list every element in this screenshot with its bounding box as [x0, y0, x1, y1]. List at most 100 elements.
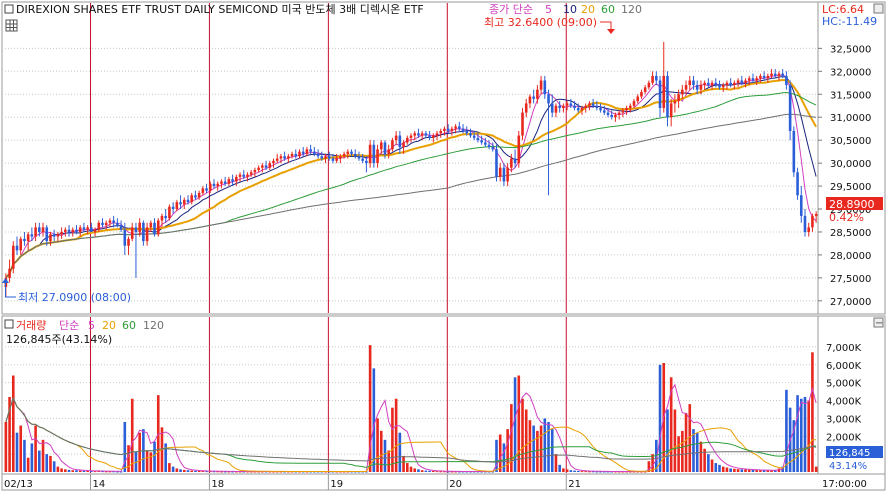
- volume-bar: [38, 450, 41, 472]
- candle-body: [38, 227, 41, 232]
- candle-body: [796, 172, 799, 196]
- candle-body: [78, 227, 82, 232]
- volume-legend-label[interactable]: 거래량: [16, 319, 46, 332]
- candle-body: [803, 215, 807, 232]
- candle-body: [692, 80, 695, 86]
- candle-body: [621, 110, 625, 113]
- candle-body: [93, 229, 97, 232]
- volume-collapse-box[interactable]: [4, 319, 14, 329]
- vol-ma20-label[interactable]: 20: [102, 319, 116, 332]
- candle-body: [506, 167, 509, 182]
- date-tick-label: 20: [449, 479, 462, 490]
- price-tick-label: 30,0000: [830, 159, 871, 170]
- volume-bar: [145, 450, 149, 472]
- volume-bar: [718, 464, 721, 472]
- candle-body: [279, 156, 283, 159]
- vol-ma60-label[interactable]: 60: [122, 319, 136, 332]
- candle-body: [788, 85, 792, 131]
- candle-body: [458, 126, 461, 129]
- candle-body: [168, 206, 171, 219]
- volume-bar: [562, 468, 565, 472]
- candle-body: [703, 82, 706, 86]
- candle-body: [15, 245, 19, 251]
- candle-body: [324, 156, 327, 159]
- candle-body: [792, 130, 796, 173]
- candle-body: [662, 75, 666, 109]
- candle-body: [640, 91, 643, 97]
- candle-body: [729, 82, 732, 86]
- stock-chart[interactable]: 32,5000 32,0000 31,5000 31,0000 30,5000 30,00…: [0, 0, 887, 492]
- candle-body: [532, 96, 535, 99]
- panel-close-icon[interactable]: −: [875, 318, 883, 329]
- volume-bar: [379, 430, 383, 472]
- candle-body: [707, 82, 710, 86]
- candle-body: [543, 80, 547, 95]
- volume-bar: [432, 470, 435, 472]
- volume-bar: [580, 471, 584, 473]
- candle-body: [539, 80, 543, 90]
- candle-body: [632, 101, 636, 106]
- candle-body: [584, 105, 587, 109]
- volume-bar: [4, 421, 8, 472]
- volume-bar: [528, 420, 532, 472]
- candle-body: [67, 229, 71, 232]
- candle-body: [361, 158, 364, 161]
- volume-bar: [197, 470, 201, 472]
- volume-bar: [391, 407, 394, 472]
- volume-bar: [168, 463, 171, 472]
- candle-body: [636, 96, 640, 102]
- candle-body: [576, 108, 580, 111]
- candle-body: [134, 227, 138, 232]
- volume-bar: [744, 469, 747, 472]
- ma20-label[interactable]: 20: [581, 3, 595, 16]
- candle-body: [301, 151, 305, 154]
- candle-body: [439, 130, 443, 134]
- ma10-label[interactable]: 10: [563, 3, 577, 16]
- candle-body: [602, 110, 606, 113]
- volume-bar: [190, 470, 194, 472]
- candle-body: [461, 128, 465, 131]
- candle-body: [56, 234, 60, 237]
- candle-body: [628, 105, 632, 109]
- volume-ma-label[interactable]: 단순: [59, 319, 79, 332]
- last-price: 28.8900: [829, 198, 875, 211]
- candle-body: [666, 75, 669, 118]
- volume-bar: [171, 466, 175, 472]
- volume-bar: [11, 375, 15, 472]
- candle-body: [179, 202, 182, 205]
- volume-bar: [543, 418, 547, 472]
- candle-body: [547, 94, 550, 104]
- volume-bar: [729, 468, 732, 472]
- table-grid-icon[interactable]: [5, 19, 18, 32]
- candle-body: [699, 85, 703, 90]
- candle-body: [599, 108, 602, 111]
- candle-body: [8, 268, 11, 278]
- volume-bar: [751, 469, 755, 472]
- ma60-label[interactable]: 60: [601, 3, 615, 16]
- candle-body: [513, 158, 517, 164]
- ma120-label[interactable]: 120: [621, 3, 642, 16]
- vol-ma120-label[interactable]: 120: [143, 319, 164, 332]
- volume-bar: [127, 445, 130, 472]
- volume-bar: [153, 441, 156, 472]
- price-legend-label[interactable]: 종가 단순: [489, 3, 533, 16]
- volume-bar: [56, 466, 60, 472]
- ma5-label[interactable]: 5: [545, 3, 552, 16]
- collapse-box[interactable]: [4, 4, 14, 14]
- volume-bar: [45, 454, 49, 472]
- volume-tick-label: 4,000K: [826, 397, 862, 408]
- candle-body: [238, 174, 242, 177]
- candle-body: [101, 222, 104, 226]
- price-panel-close-button[interactable]: [873, 3, 884, 14]
- volume-bar: [576, 470, 580, 472]
- volume-bar: [755, 470, 758, 472]
- last-volume: 126,845: [829, 448, 870, 459]
- candle-body: [591, 103, 595, 106]
- candle-body: [201, 188, 205, 193]
- vol-ma5-label[interactable]: 5: [88, 319, 95, 332]
- candle-body: [249, 172, 253, 175]
- volume-bar: [49, 455, 52, 472]
- candle-body: [320, 156, 324, 159]
- candle-body: [718, 85, 721, 88]
- volume-bar: [814, 466, 818, 472]
